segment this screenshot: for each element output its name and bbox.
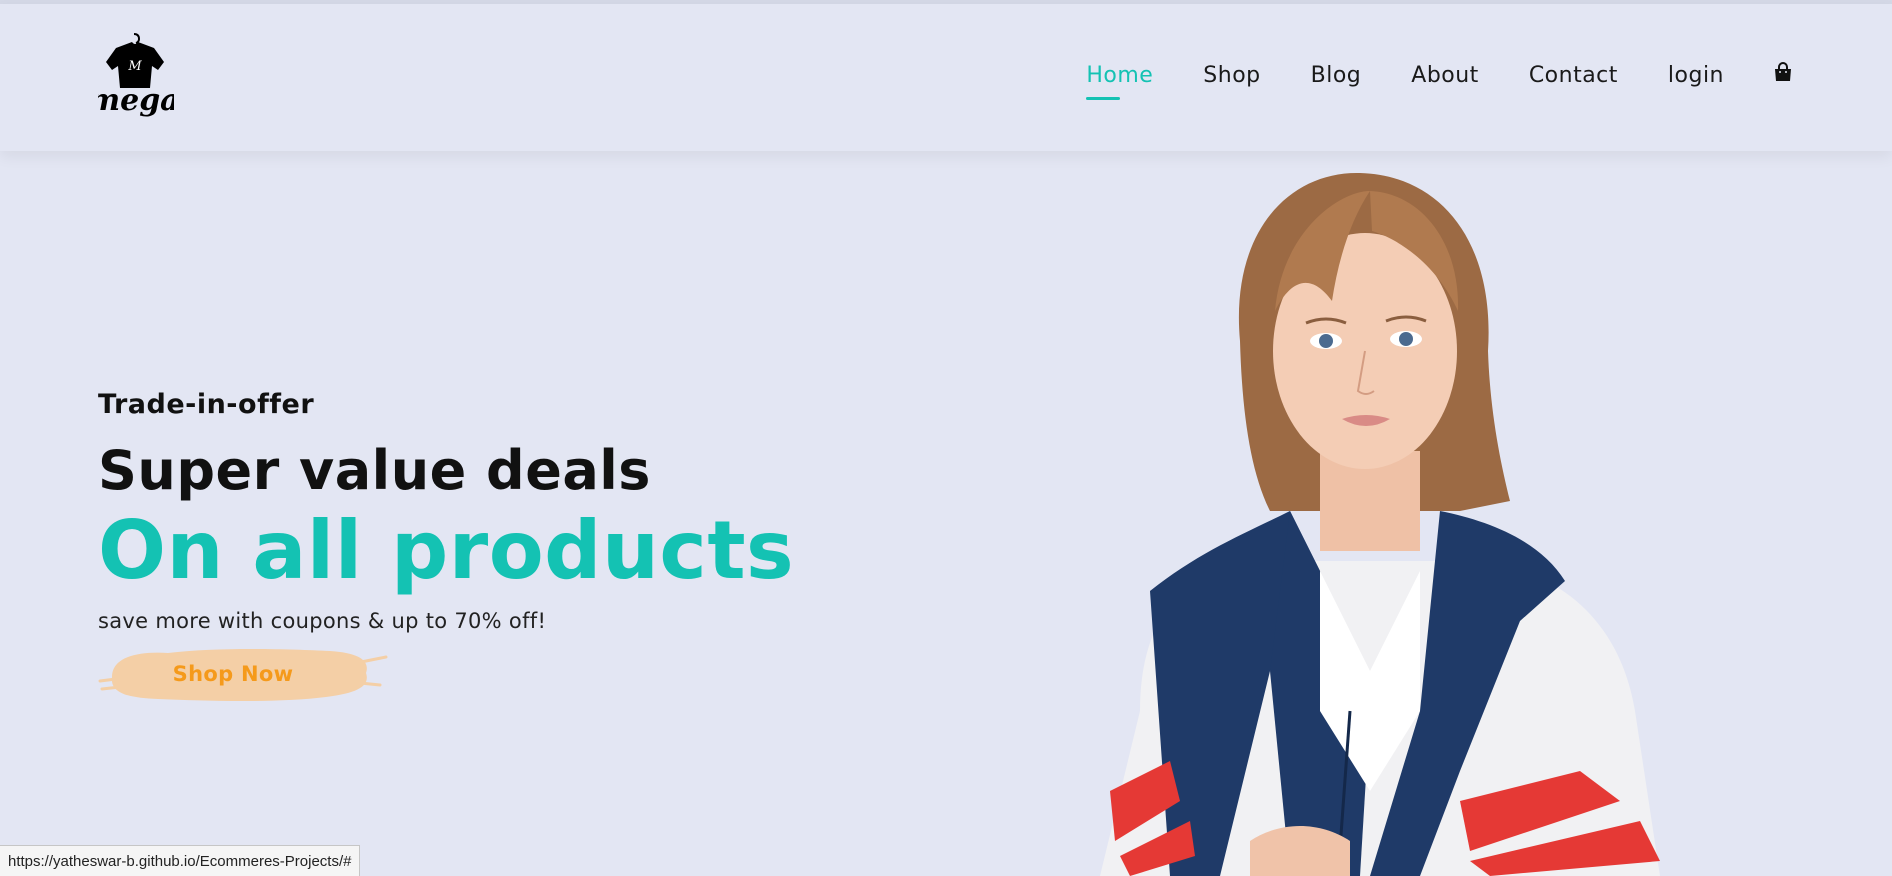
hero-model-image xyxy=(1100,172,1660,876)
nav-item-about: About xyxy=(1411,63,1479,88)
browser-status-url: https://yatheswar-b.github.io/Ecommeres-… xyxy=(0,845,361,876)
shop-now-label: Shop Now xyxy=(172,662,294,686)
nav-link-about[interactable]: About xyxy=(1411,63,1479,88)
nav-link-shop[interactable]: Shop xyxy=(1203,63,1260,88)
shop-now-button[interactable]: Shop Now xyxy=(98,643,388,705)
nav-link-blog[interactable]: Blog xyxy=(1311,63,1362,88)
nav-item-blog: Blog xyxy=(1311,63,1362,88)
hero-subtext: save more with coupons & up to 70% off! xyxy=(98,609,547,633)
nav-item-login: login xyxy=(1668,63,1724,88)
nav-item-contact: Contact xyxy=(1529,63,1618,88)
hero-section: Trade-in-offer Super value deals On all … xyxy=(0,151,1892,876)
logo-badge-text: M xyxy=(127,59,142,74)
nav-item-cart xyxy=(1774,62,1792,88)
logo-tshirt-icon: M mega xyxy=(88,33,180,118)
nav-link-contact[interactable]: Contact xyxy=(1529,63,1618,88)
nav-item-shop: Shop xyxy=(1203,63,1260,88)
nav-item-home: Home xyxy=(1086,63,1153,88)
site-logo[interactable]: M mega xyxy=(88,32,180,126)
hero-headline: Super value deals xyxy=(98,439,651,502)
main-nav: Home Shop Blog About Contact login xyxy=(1036,62,1792,88)
hero-highlight: On all products xyxy=(98,504,795,597)
nav-link-login[interactable]: login xyxy=(1668,63,1724,88)
nav-link-home[interactable]: Home xyxy=(1086,63,1153,88)
cart-link[interactable] xyxy=(1774,62,1792,88)
shopping-bag-icon xyxy=(1775,62,1791,81)
logo-wordmark: mega xyxy=(98,83,174,118)
site-header: M mega Home Shop Blog About Contact logi… xyxy=(0,4,1892,151)
hero-eyebrow: Trade-in-offer xyxy=(98,389,315,420)
